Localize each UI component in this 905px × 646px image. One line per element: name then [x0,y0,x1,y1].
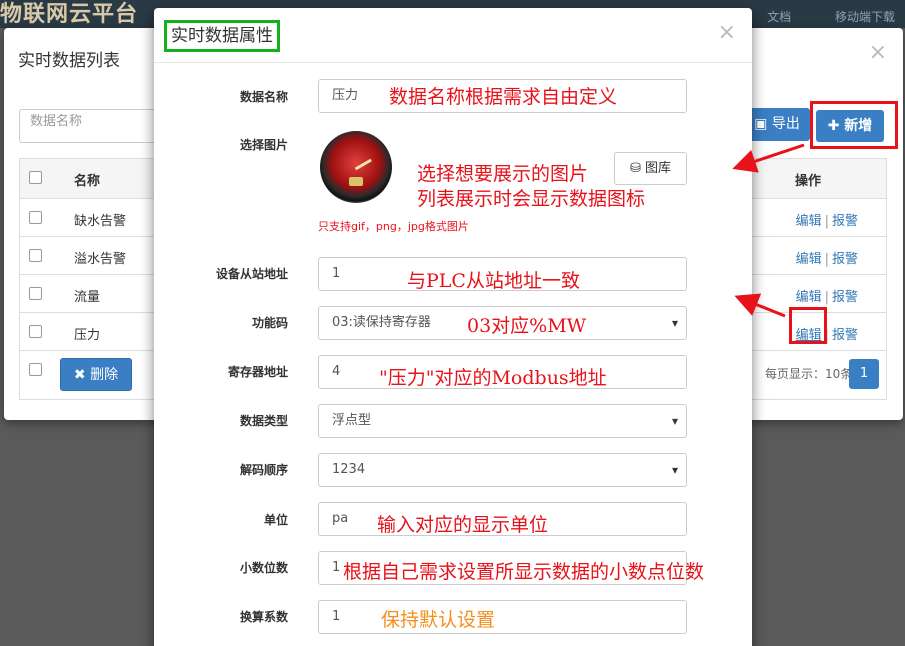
factor-annotation: 保持默认设置 [381,609,496,631]
decode-order-label: 解码顺序 [239,463,288,477]
name-label: 数据名称 [239,90,288,104]
decimals-annotation: 根据自己需求设置所显示数据的小数点位数 [343,561,705,583]
data-type-label: 数据类型 [239,414,288,428]
export-icon: ▣ [754,116,768,132]
footer-checkbox[interactable] [29,363,42,376]
row-ops: 编辑 | 报警 [795,214,858,229]
register-address-label: 寄存器地址 [227,365,288,379]
delete-button[interactable]: ✖ 删除 [60,358,132,391]
row-name: 缺水告警 [74,214,127,229]
header-divider [154,62,752,63]
data-type-select[interactable]: 浮点型 [318,404,687,438]
search-input[interactable]: 数据名称 [19,109,159,143]
name-annotation: 数据名称根据需求自由定义 [389,86,618,108]
decode-order-select[interactable]: 1234 [318,453,687,487]
gallery-button[interactable]: ⛁ 图库 [614,152,687,185]
alarm-link[interactable]: 报警 [832,252,858,267]
highlight-add-button [810,101,898,149]
image-annotation-2: 列表展示时会显示数据图标 [417,188,646,210]
delete-label: 删除 [90,367,119,383]
page-size-text: 每页显示：10条 [765,367,853,381]
data-properties-modal: 实时数据属性 × 数据名称 压力 数据名称根据需求自由定义 选择图片 选择想要展… [154,8,752,646]
slave-annotation: 与PLC从站地址一致 [407,270,580,292]
docs-link[interactable]: 文档 [767,10,791,24]
database-icon: ⛁ [629,161,641,176]
export-label: 导出 [771,116,800,132]
row-ops: 编辑 | 报警 [795,290,858,305]
image-format-hint: 只支持gif，png，jpg格式图片 [318,220,469,233]
page-button[interactable]: 1 [849,359,879,389]
unit-annotation: 输入对应的显示单位 [377,514,549,536]
column-ops: 操作 [794,174,821,189]
modal-title: 实时数据属性 [164,20,280,52]
function-annotation: 03对应%MW [467,315,587,337]
edit-link[interactable]: 编辑 [796,214,822,229]
function-code-label: 功能码 [251,316,288,330]
top-links: 文档 移动端下载 [727,8,895,25]
decimals-label: 小数位数 [239,561,288,575]
row-checkbox[interactable] [29,211,42,224]
image-label: 选择图片 [239,138,288,152]
column-name: 名称 [74,174,101,189]
row-name: 压力 [74,328,101,343]
register-annotation: "压力"对应的Modbus地址 [379,367,607,389]
close-icon[interactable]: × [718,20,736,45]
highlight-edit-link [789,307,827,344]
gauge-image [320,131,392,203]
alarm-link[interactable]: 报警 [832,328,858,343]
edit-link[interactable]: 编辑 [796,252,822,267]
alarm-link[interactable]: 报警 [832,214,858,229]
close-icon[interactable]: × [869,40,887,65]
row-name: 溢水告警 [74,252,127,267]
image-annotation-1: 选择想要展示的图片 [417,163,589,185]
gallery-label: 图库 [645,161,672,176]
slave-address-label: 设备从站地址 [215,267,288,281]
row-checkbox[interactable] [29,325,42,338]
row-name: 流量 [74,290,101,305]
alarm-link[interactable]: 报警 [832,290,858,305]
edit-link[interactable]: 编辑 [796,290,822,305]
row-ops: 编辑 | 报警 [795,252,858,267]
export-button[interactable]: ▣ 导出 [744,108,810,141]
delete-icon: ✖ [73,367,86,383]
brand-logo: 物联网云平台 [0,2,139,27]
modal-title: 实时数据列表 [18,51,120,71]
factor-label: 换算系数 [239,610,288,624]
row-checkbox[interactable] [29,287,42,300]
select-all-checkbox[interactable] [29,171,42,184]
row-checkbox[interactable] [29,249,42,262]
factor-field[interactable]: 1 [318,600,687,634]
mobile-download-link[interactable]: 移动端下载 [835,10,895,24]
unit-label: 单位 [263,513,288,527]
